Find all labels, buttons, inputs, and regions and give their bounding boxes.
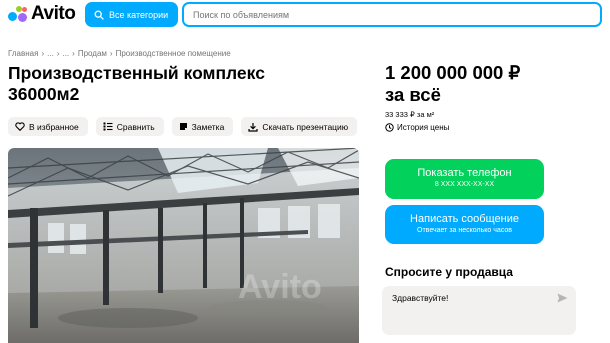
add-to-favorites-button[interactable]: В избранное <box>8 117 88 136</box>
send-icon[interactable] <box>557 293 568 305</box>
listing-actions: В избранное Сравнить Заметка Скачать пре… <box>8 117 358 136</box>
svg-text:Avito: Avito <box>238 268 322 306</box>
warehouse-photo-image: Avito <box>8 148 359 343</box>
write-message-label: Написать сообщение <box>410 213 519 225</box>
phone-masked: 8 XXX XXX-XX-XX <box>434 181 495 188</box>
show-phone-button[interactable]: Показать телефон 8 XXX XXX-XX-XX <box>385 159 544 199</box>
search-placeholder: Поиск по объявлениям <box>193 9 290 20</box>
compare-icon <box>103 122 113 131</box>
reply-time: Отвечает за несколько часов <box>417 227 512 234</box>
breadcrumb-item-sell[interactable]: Продам <box>78 49 107 58</box>
seller-message-input[interactable]: Здравствуйте! <box>382 286 576 335</box>
download-label: Скачать презентацию <box>262 121 349 132</box>
avito-logo[interactable]: Avito <box>8 3 76 24</box>
breadcrumb: Главная ›... ›... › Продам › Производственное … <box>8 49 231 58</box>
ask-seller-heading: Спросите у продавца <box>385 265 513 279</box>
download-icon <box>248 122 258 132</box>
download-presentation-button[interactable]: Скачать презентацию <box>241 117 358 136</box>
all-categories-label: Все категории <box>109 9 169 20</box>
breadcrumb-separator: › <box>41 49 45 58</box>
all-categories-button[interactable]: Все категории <box>85 2 178 27</box>
show-phone-label: Показать телефон <box>417 167 512 179</box>
avito-logo-icon <box>8 5 28 23</box>
history-icon <box>385 123 394 132</box>
breadcrumb-separator: › <box>109 49 113 58</box>
top-bar: Avito Все категории Поиск по объявлениям <box>0 0 610 30</box>
breadcrumb-item-3[interactable]: ... <box>62 49 69 58</box>
price-history-link[interactable]: История цены <box>385 123 449 132</box>
breadcrumb-item-2[interactable]: ... <box>47 49 54 58</box>
breadcrumb-item-home[interactable]: Главная <box>8 49 38 58</box>
title-line-2: 36000м2 <box>8 84 80 104</box>
price-suffix: за всё <box>385 84 441 105</box>
search-icon <box>94 10 104 20</box>
favorite-label: В избранное <box>29 121 79 132</box>
listing-photo[interactable]: Avito <box>8 148 359 343</box>
price-per-m2: 33 333 ₽ за м² <box>385 110 435 119</box>
heart-icon <box>15 122 25 131</box>
title-line-1: Производственный комплекс <box>8 63 265 83</box>
note-button[interactable]: Заметка <box>171 117 234 136</box>
write-message-button[interactable]: Написать сообщение Отвечает за несколько… <box>385 205 544 244</box>
page-title: Производственный комплекс 36000м2 <box>8 63 348 105</box>
note-label: Заметка <box>191 121 225 132</box>
breadcrumb-item-category[interactable]: Производственное помещение <box>116 49 231 58</box>
compare-button[interactable]: Сравнить <box>95 117 164 136</box>
price: 1 200 000 000 ₽ за всё <box>385 62 605 106</box>
breadcrumb-separator: › <box>72 49 75 58</box>
compare-label: Сравнить <box>116 121 155 132</box>
search-input[interactable]: Поиск по объявлениям <box>182 2 602 27</box>
note-icon <box>179 122 188 131</box>
price-history-label: История цены <box>397 123 450 132</box>
seller-message-text: Здравствуйте! <box>392 293 449 303</box>
breadcrumb-separator: › <box>56 49 60 58</box>
price-amount: 1 200 000 000 ₽ <box>385 62 521 83</box>
logo-text: Avito <box>31 3 76 24</box>
